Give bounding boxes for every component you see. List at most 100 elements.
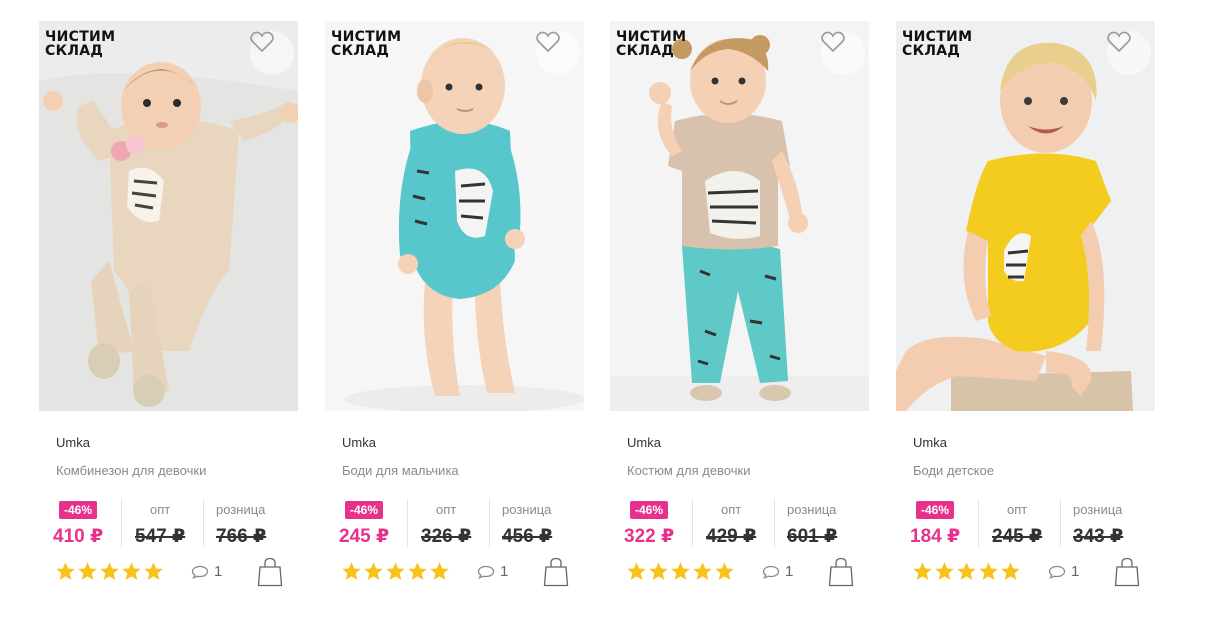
retail-price: 601 ₽: [787, 526, 838, 547]
review-count: 1: [785, 563, 794, 580]
product-name[interactable]: Комбинезон для девочки: [56, 463, 206, 478]
heart-icon: [821, 31, 845, 53]
star-icon: [913, 562, 932, 580]
review-count: 1: [1071, 563, 1080, 580]
shopping-bag-icon[interactable]: [257, 557, 283, 587]
star-icon: [342, 562, 361, 580]
price-divider: [1060, 499, 1061, 547]
heart-icon: [536, 31, 560, 53]
rating-stars[interactable]: [626, 561, 735, 582]
product-image[interactable]: ЧИСТИМ СКЛАД: [610, 21, 869, 411]
rating-stars[interactable]: [55, 561, 164, 582]
favorite-button[interactable]: [250, 31, 294, 75]
price-divider: [978, 499, 979, 547]
price-block: -46% 184 ₽ опт 245 ₽ розница 343 ₽: [910, 499, 1150, 549]
current-price: 245 ₽: [339, 526, 390, 547]
price-divider: [407, 499, 408, 547]
price-block: -46% 245 ₽ опт 326 ₽ розница 456 ₽: [339, 499, 579, 549]
discount-badge: -46%: [345, 501, 384, 519]
star-icon: [386, 562, 405, 580]
wholesale-label: опт: [436, 502, 457, 517]
star-icon: [979, 562, 998, 580]
sale-badge: ЧИСТИМ СКЛАД: [902, 29, 973, 59]
product-name[interactable]: Боди детское: [913, 463, 994, 478]
star-icon: [430, 562, 449, 580]
favorite-button[interactable]: [821, 31, 865, 75]
star-icon: [693, 562, 712, 580]
product-card[interactable]: ЧИСТИМ СКЛАД Umka Костюм для девочки -46…: [610, 21, 869, 601]
product-brand[interactable]: Umka: [342, 435, 376, 450]
current-price: 410 ₽: [53, 526, 104, 547]
star-icon: [408, 562, 427, 580]
baby-photo-illustration: [39, 21, 298, 411]
favorite-button[interactable]: [1107, 31, 1151, 75]
price-divider: [774, 499, 775, 547]
price-divider: [121, 499, 122, 547]
price-divider: [489, 499, 490, 547]
retail-price: 343 ₽: [1073, 526, 1124, 547]
product-image[interactable]: ЧИСТИМ СКЛАД: [896, 21, 1155, 411]
product-image[interactable]: ЧИСТИМ СКЛАД: [325, 21, 584, 411]
star-icon: [671, 562, 690, 580]
star-icon: [957, 562, 976, 580]
retail-label: розница: [1073, 502, 1123, 517]
favorite-button[interactable]: [536, 31, 580, 75]
product-card[interactable]: ЧИСТИМ СКЛАД Umka Боди детское -46% 184 …: [896, 21, 1155, 601]
retail-label: розница: [216, 502, 266, 517]
card-footer: 1: [626, 557, 856, 587]
wholesale-label: опт: [721, 502, 742, 517]
rating-stars[interactable]: [341, 561, 450, 582]
product-brand[interactable]: Umka: [56, 435, 90, 450]
product-brand[interactable]: Umka: [627, 435, 661, 450]
star-icon: [649, 562, 668, 580]
baby-photo-illustration: [896, 21, 1155, 411]
product-name[interactable]: Боди для мальчика: [342, 463, 459, 478]
card-footer: 1: [55, 557, 285, 587]
comment-bubble-icon: [477, 565, 495, 579]
review-count: 1: [214, 563, 223, 580]
retail-label: розница: [502, 502, 552, 517]
star-icon: [56, 562, 75, 580]
heart-icon: [250, 31, 274, 53]
product-name[interactable]: Костюм для девочки: [627, 463, 750, 478]
heart-icon: [1107, 31, 1131, 53]
card-footer: 1: [341, 557, 571, 587]
product-brand[interactable]: Umka: [913, 435, 947, 450]
wholesale-price: 326 ₽: [421, 526, 472, 547]
discount-badge: -46%: [916, 501, 955, 519]
product-card[interactable]: ЧИСТИМ СКЛАД Umka Боди для мальчика -46%…: [325, 21, 584, 601]
star-icon: [78, 562, 97, 580]
price-divider: [203, 499, 204, 547]
discount-badge: -46%: [59, 501, 98, 519]
wholesale-price: 429 ₽: [706, 526, 757, 547]
baby-photo-illustration: [610, 21, 869, 411]
retail-price: 456 ₽: [502, 526, 553, 547]
card-footer: 1: [912, 557, 1142, 587]
sale-badge: ЧИСТИМ СКЛАД: [616, 29, 687, 59]
shopping-bag-icon[interactable]: [1114, 557, 1140, 587]
reviews-link[interactable]: 1: [191, 563, 222, 580]
rating-stars[interactable]: [912, 561, 1021, 582]
star-icon: [1001, 562, 1020, 580]
reviews-link[interactable]: 1: [477, 563, 508, 580]
retail-label: розница: [787, 502, 837, 517]
star-icon: [122, 562, 141, 580]
discount-badge: -46%: [630, 501, 669, 519]
review-count: 1: [500, 563, 509, 580]
price-block: -46% 410 ₽ опт 547 ₽ розница 766 ₽: [53, 499, 293, 549]
reviews-link[interactable]: 1: [1048, 563, 1079, 580]
product-card[interactable]: ЧИСТИМ СКЛАД Umka Комбинезон для девочки…: [39, 21, 298, 601]
shopping-bag-icon[interactable]: [543, 557, 569, 587]
product-image[interactable]: ЧИСТИМ СКЛАД: [39, 21, 298, 411]
current-price: 184 ₽: [910, 526, 961, 547]
comment-bubble-icon: [1048, 565, 1066, 579]
star-icon: [715, 562, 734, 580]
price-divider: [692, 499, 693, 547]
reviews-link[interactable]: 1: [762, 563, 793, 580]
shopping-bag-icon[interactable]: [828, 557, 854, 587]
star-icon: [627, 562, 646, 580]
baby-photo-illustration: [325, 21, 584, 411]
wholesale-price: 245 ₽: [992, 526, 1043, 547]
star-icon: [100, 562, 119, 580]
comment-bubble-icon: [191, 565, 209, 579]
